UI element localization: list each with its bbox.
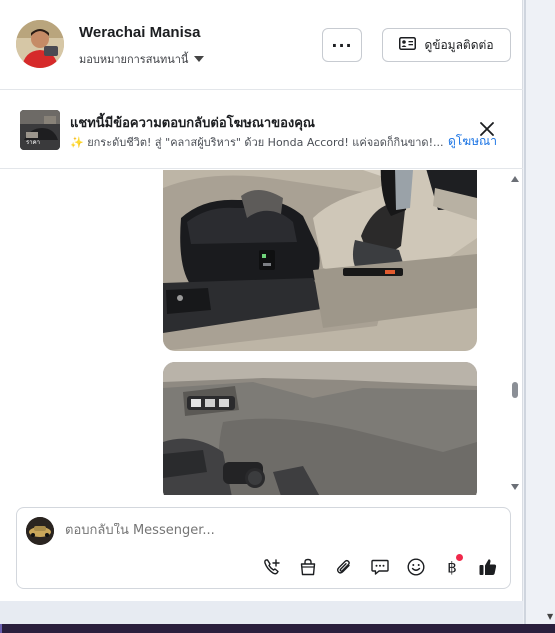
baht-icon[interactable]: ฿ [440, 553, 463, 579]
chevron-down-icon [194, 56, 205, 62]
ad-banner-title: แชทนี้มีข้อความตอบกลับต่อโฆษณาของคุณ [70, 116, 315, 131]
conversation-panel: Werachai Manisa มอบหมายการสนทนานี้ ··· ด… [0, 0, 523, 601]
composer-toolbar: ฿ [260, 553, 499, 579]
saved-reply-icon[interactable] [368, 556, 391, 579]
more-options-button[interactable]: ··· [322, 28, 362, 62]
message-photo[interactable] [163, 170, 477, 351]
paperclip-icon[interactable] [332, 556, 355, 579]
taskbar-indicator [0, 624, 2, 633]
taskbar-strip [0, 624, 555, 633]
contact-card-icon [399, 37, 417, 53]
svg-text:฿: ฿ [447, 559, 457, 577]
thumbs-up-icon[interactable] [476, 556, 499, 579]
ad-thumb-text: ราคา [26, 139, 40, 146]
bag-icon[interactable] [296, 556, 319, 579]
reply-input[interactable] [65, 523, 445, 538]
window-edge: ▼ [523, 0, 555, 633]
chat-scrollbar[interactable] [509, 170, 521, 495]
close-icon[interactable] [477, 119, 497, 139]
notification-dot [456, 553, 463, 561]
ad-thumbnail[interactable]: ราคา [20, 110, 60, 150]
contact-avatar[interactable] [16, 20, 64, 68]
contact-label: ดูข้อมูลติดต่อ [424, 37, 494, 52]
ad-reply-banner: ราคา แชทนี้มีข้อความตอบกลับต่อโฆษณาของคุ… [0, 91, 523, 169]
call-add-icon[interactable] [260, 556, 283, 579]
page-avatar [26, 517, 54, 545]
reply-composer: ฿ [16, 507, 511, 589]
assign-conversation-dropdown[interactable]: มอบหมายการสนทนานี้ [79, 50, 205, 68]
message-thread [0, 170, 523, 495]
message-photo[interactable] [163, 362, 477, 495]
contact-name: Werachai Manisa [79, 24, 201, 41]
ad-preview-text: ✨ ยกระดับชีวิต! สู่ "คลาสผู้บริหาร" ด้วย… [70, 136, 444, 149]
view-contact-button[interactable]: ดูข้อมูลติดต่อ [382, 28, 511, 62]
resize-corner-icon: ▼ [547, 612, 554, 621]
more-label: ··· [331, 35, 353, 55]
assign-label: มอบหมายการสนทนานี้ [79, 53, 189, 66]
edge-line [524, 0, 526, 633]
conversation-header: Werachai Manisa มอบหมายการสนทนานี้ ··· ด… [0, 0, 523, 90]
emoji-icon[interactable] [404, 556, 427, 579]
